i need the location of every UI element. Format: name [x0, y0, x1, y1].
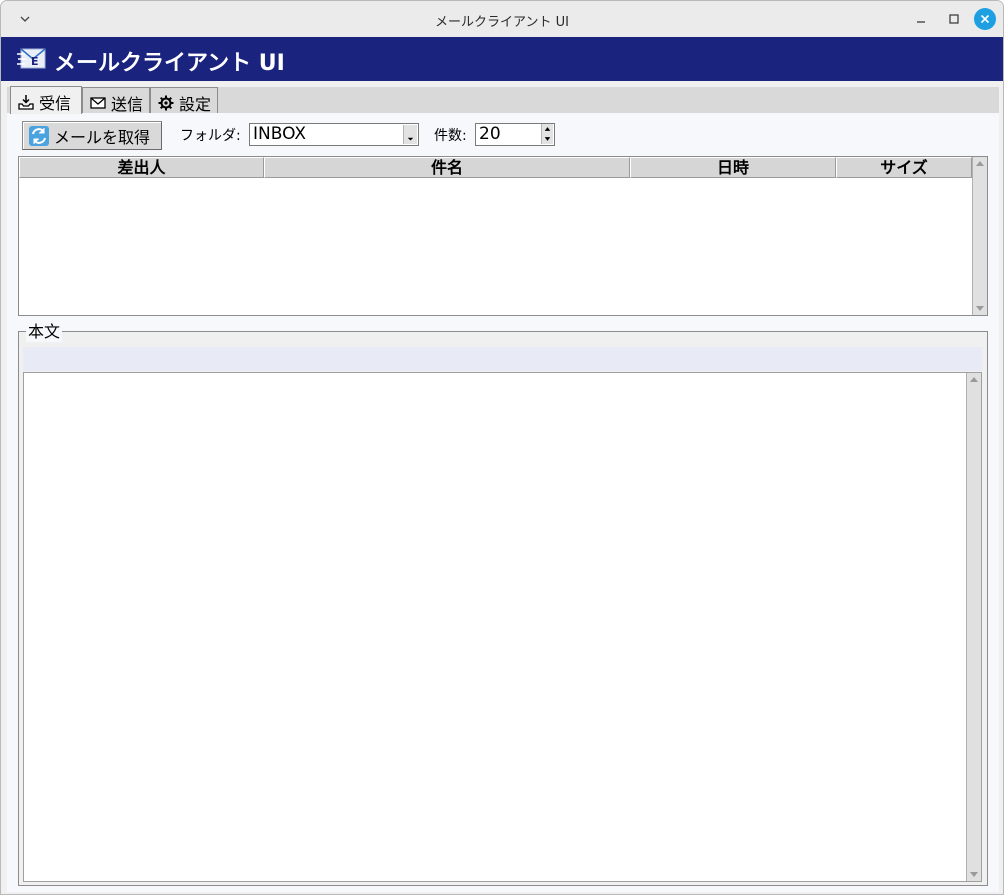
svg-text:E: E — [31, 55, 39, 68]
dropdown-arrow-icon[interactable] — [403, 125, 417, 144]
body-header — [23, 347, 982, 371]
scroll-down-icon[interactable] — [973, 302, 987, 315]
inbox-icon — [18, 95, 34, 110]
tab-send-label: 送信 — [111, 94, 144, 114]
minimize-button[interactable] — [911, 9, 931, 29]
count-value: 20 — [479, 124, 501, 144]
scroll-down-icon[interactable] — [967, 868, 981, 881]
column-header-subject[interactable]: 件名 — [264, 157, 630, 178]
count-label: 件数: — [434, 128, 467, 144]
maximize-button[interactable] — [944, 9, 964, 29]
body-frame — [18, 331, 988, 886]
tab-settings[interactable]: 設定 — [150, 87, 218, 114]
spin-down-icon[interactable] — [541, 134, 553, 144]
column-header-date[interactable]: 日時 — [630, 157, 836, 178]
mail-list-scrollbar[interactable] — [972, 157, 987, 315]
scroll-up-icon[interactable] — [973, 157, 987, 170]
mail-list[interactable]: 差出人 件名 日時 サイズ — [18, 156, 988, 316]
envelope-icon — [90, 96, 106, 109]
fetch-mail-button[interactable]: メールを取得 — [22, 121, 162, 150]
tab-send[interactable]: 送信 — [82, 87, 150, 114]
body-text-area[interactable] — [23, 372, 982, 882]
body-legend: 本文 — [26, 318, 63, 342]
folder-select[interactable]: INBOX — [249, 123, 419, 146]
gear-icon — [158, 95, 174, 110]
mail-list-header: 差出人 件名 日時 サイズ — [19, 157, 972, 178]
close-button[interactable] — [974, 8, 996, 30]
tab-inbox[interactable]: 受信 — [10, 86, 82, 114]
body-scrollbar[interactable] — [966, 373, 981, 881]
count-spinbox[interactable]: 20 — [475, 123, 555, 146]
mail-app-icon: E — [17, 48, 46, 69]
column-header-from[interactable]: 差出人 — [19, 157, 264, 178]
folder-label: フォルダ: — [180, 128, 241, 144]
app-title: メールクライアント UI — [54, 51, 285, 76]
close-icon — [980, 14, 990, 24]
tab-inbox-label: 受信 — [39, 94, 72, 113]
window-title: メールクライアント UI — [435, 15, 569, 30]
fetch-mail-label: メールを取得 — [54, 127, 151, 147]
title-bar: メールクライアント UI — [1, 1, 1003, 37]
scroll-up-icon[interactable] — [967, 373, 981, 386]
tab-settings-label: 設定 — [179, 94, 212, 114]
app-header: E メールクライアント UI — [1, 37, 1003, 81]
column-header-size[interactable]: サイズ — [836, 157, 972, 178]
refresh-icon — [29, 125, 49, 146]
inbox-panel: メールを取得 フォルダ: INBOX 件数: 20 差出人 件名 日時 サイズ … — [7, 113, 999, 892]
folder-value: INBOX — [253, 124, 307, 144]
app-window: メールクライアント UI E メールクライアント UI 受信 送信 設定 メール… — [0, 0, 1004, 895]
tab-bar: 受信 送信 設定 — [7, 86, 999, 114]
spin-up-icon[interactable] — [541, 124, 553, 134]
